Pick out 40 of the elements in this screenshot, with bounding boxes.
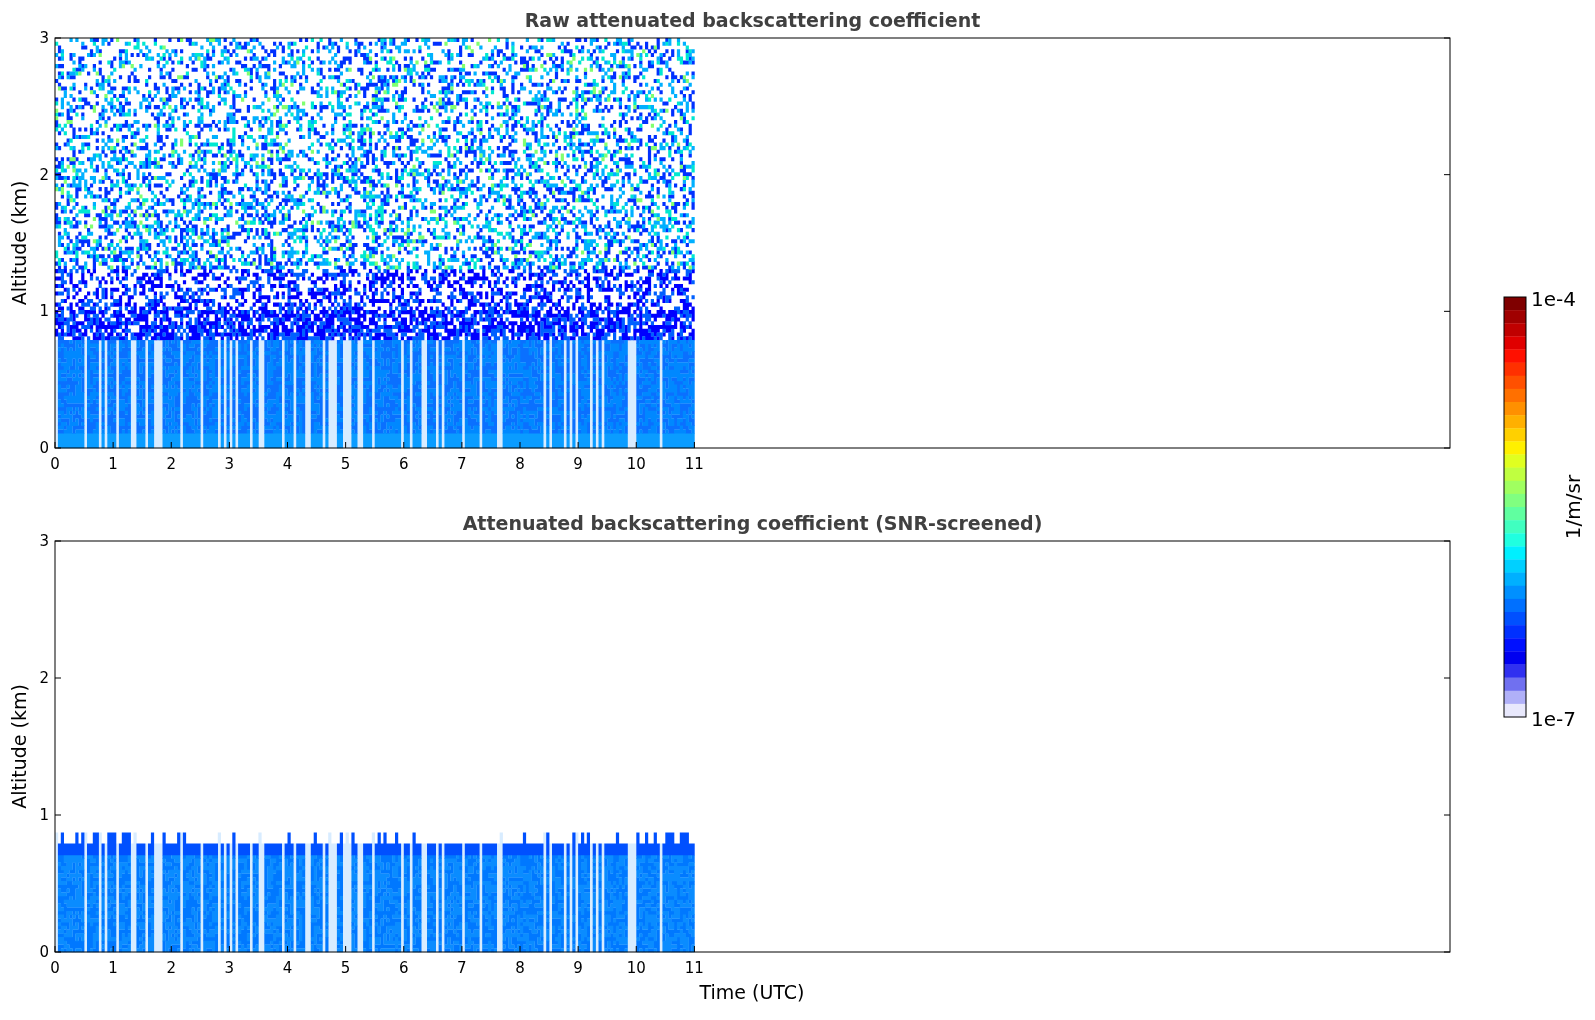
tick-label: 2 [39, 165, 49, 184]
tick-label: 10 [626, 455, 646, 473]
tick-label: 10 [626, 959, 646, 977]
tick-label: 3 [224, 959, 235, 977]
tick-label: 1 [39, 806, 49, 824]
tick-label: 8 [515, 455, 525, 473]
tick-label: 3 [224, 455, 235, 473]
tick-label: 1 [39, 302, 49, 321]
tick-label: 2 [166, 959, 176, 977]
tick-label: 3 [39, 29, 49, 47]
tick-label: 6 [399, 959, 409, 977]
tick-label: 4 [282, 455, 293, 473]
tick-label: 1 [108, 455, 118, 473]
tick-label: 3 [39, 532, 49, 550]
chart-title: Raw attenuated backscattering coefficient [524, 9, 981, 31]
tick-label: 0 [39, 439, 49, 457]
colorbar-label: 1e-7 [1531, 707, 1576, 731]
colorbar-unit: 1/m/sr [1561, 474, 1585, 540]
tick-label: 1 [108, 959, 118, 977]
tick-label: 0 [39, 943, 49, 961]
tick-label: 6 [399, 455, 409, 473]
tick-label: 9 [573, 959, 583, 977]
tick-label: 5 [340, 959, 351, 977]
tick-label: 8 [515, 959, 525, 977]
tick-label: 7 [457, 455, 467, 473]
axis-label: Time (UTC) [699, 981, 805, 1003]
tick-label: 4 [282, 959, 293, 977]
axis-label: Altitude (km) [8, 684, 30, 809]
tick-label: 11 [684, 455, 704, 473]
chart-title: Attenuated backscattering coefficient (SNR-screened) [462, 512, 1043, 534]
tick-label: 9 [573, 455, 583, 473]
axis-label: Altitude (km) [8, 180, 30, 306]
tick-label: 0 [50, 959, 60, 977]
tick-label: 2 [39, 669, 49, 687]
tick-label: 2 [166, 455, 176, 473]
tick-label: 11 [684, 959, 704, 977]
tick-label: 0 [50, 455, 60, 473]
tick-label: 7 [457, 959, 467, 977]
tick-label: 5 [340, 455, 351, 473]
colorbar-label: 1e-4 [1531, 287, 1576, 311]
